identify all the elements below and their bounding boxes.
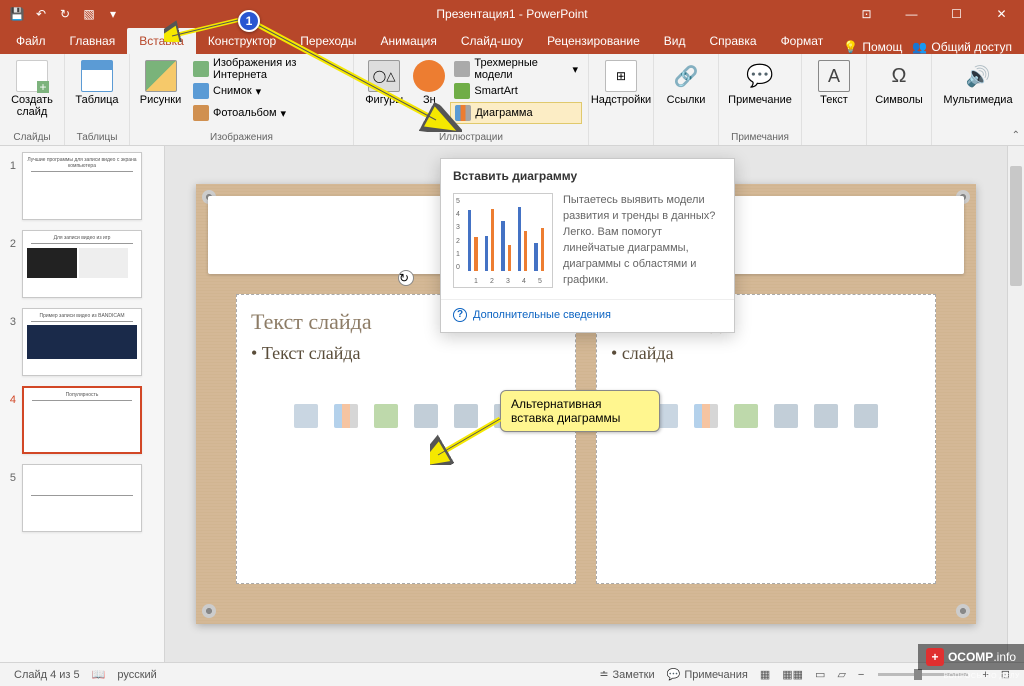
comments-button[interactable]: 💬 Примечания — [661, 663, 754, 686]
placeholder-text-right: слайда — [611, 343, 921, 364]
new-slide-button[interactable]: + Создать слайд — [6, 58, 58, 120]
normal-view-icon[interactable]: ▦ — [754, 663, 776, 686]
photo-album-icon — [193, 105, 209, 121]
insert-picture-icon[interactable] — [774, 404, 798, 428]
ribbon-tabs: Файл Главная Вставка Конструктор Переход… — [0, 28, 1024, 54]
new-slide-icon: + — [16, 60, 48, 92]
insert-smartart-icon[interactable] — [374, 404, 398, 428]
tab-view[interactable]: Вид — [652, 28, 698, 54]
slide-thumbnails-panel: 1Лучшие программы для записи видео с экр… — [0, 146, 165, 662]
chart-button[interactable]: Диаграмма — [450, 102, 582, 124]
tooltip-chart-preview: 012345 12345 — [453, 193, 553, 288]
insert-chart-tooltip: Вставить диаграмму 012345 12345 Пытаетес… — [440, 158, 735, 333]
collapse-ribbon-icon[interactable]: ⌃ — [1012, 130, 1020, 141]
insert-chart-icon[interactable] — [334, 404, 358, 428]
qat-customize-icon[interactable]: ▾ — [102, 3, 124, 25]
group-label-links — [660, 130, 712, 143]
text-button[interactable]: A Текст — [808, 58, 860, 108]
spellcheck-icon[interactable]: 📖 — [86, 663, 112, 686]
comment-button[interactable]: 💬 Примечание — [725, 58, 795, 108]
tooltip-title: Вставить диаграмму — [441, 159, 734, 189]
insert-online-picture-icon[interactable] — [814, 404, 838, 428]
thumbnail-4[interactable]: 4Популярность — [4, 386, 160, 454]
tab-help[interactable]: Справка — [697, 28, 768, 54]
symbols-button[interactable]: Ω Символы — [873, 58, 925, 108]
group-label-text — [808, 130, 860, 143]
thumbnail-1[interactable]: 1Лучшие программы для записи видео с экр… — [4, 152, 160, 220]
media-icon: 🔊 — [962, 60, 994, 92]
3d-models-button[interactable]: Трехмерные модели ▾ — [450, 58, 582, 80]
language-indicator[interactable]: русский — [111, 663, 162, 686]
insert-smartart-icon[interactable] — [734, 404, 758, 428]
status-bar: Слайд 4 из 5 📖 русский ≐ Заметки 💬 Приме… — [0, 662, 1024, 686]
window-title: Презентация1 - PowerPoint — [436, 7, 587, 21]
rotate-handle-icon[interactable]: ↻ — [398, 270, 414, 286]
links-button[interactable]: 🔗 Ссылки — [660, 58, 712, 108]
ribbon: + Создать слайд Слайды Таблица Таблицы Р… — [0, 54, 1024, 146]
tab-file[interactable]: Файл — [4, 28, 58, 54]
thumbnail-5[interactable]: 5 — [4, 464, 160, 532]
reading-view-icon[interactable]: ▭ — [809, 663, 831, 686]
notes-button[interactable]: ≐ Заметки — [593, 663, 660, 686]
minimize-icon[interactable]: — — [889, 0, 934, 28]
pictures-icon — [145, 60, 177, 92]
title-bar: 💾 ↶ ↻ ▧ ▾ Презентация1 - PowerPoint ⊡ — … — [0, 0, 1024, 28]
insert-table-icon[interactable] — [294, 404, 318, 428]
annotation-callout: Альтернативная вставка диаграммы — [500, 390, 660, 432]
online-pictures-icon — [193, 61, 209, 77]
maximize-icon[interactable]: ☐ — [934, 0, 979, 28]
zoom-out-icon[interactable]: − — [852, 663, 870, 686]
screenshot-icon — [193, 83, 209, 99]
help-icon: ? — [453, 308, 467, 322]
addins-button[interactable]: ⊞ Надстройки — [595, 58, 647, 108]
group-label-comments: Примечания — [725, 130, 795, 143]
slideshow-view-icon[interactable]: ▱ — [831, 663, 851, 686]
group-label-slides: Слайды — [6, 130, 58, 143]
group-label-tables: Таблицы — [71, 130, 123, 143]
insert-video-icon[interactable] — [854, 404, 878, 428]
pictures-button[interactable]: Рисунки — [136, 58, 185, 108]
placeholder-text-left: Текст слайда — [251, 343, 561, 364]
close-icon[interactable]: ✕ — [979, 0, 1024, 28]
watermark: + OCOMP.info ВОПРОСЫ ПО ДЕЛУ — [918, 644, 1024, 670]
undo-icon[interactable]: ↶ — [30, 3, 52, 25]
redo-icon[interactable]: ↻ — [54, 3, 76, 25]
window-controls: ⊡ — ☐ ✕ — [844, 0, 1024, 28]
tooltip-more-info-link[interactable]: ? Дополнительные сведения — [441, 299, 734, 332]
start-from-beginning-icon[interactable]: ▧ — [78, 3, 100, 25]
content-placeholder-right[interactable]: Текст слайда слайда — [596, 294, 936, 584]
links-icon: 🔗 — [670, 60, 702, 92]
quick-access-toolbar: 💾 ↶ ↻ ▧ ▾ — [0, 3, 130, 25]
vertical-scrollbar[interactable] — [1007, 146, 1024, 662]
slide-counter[interactable]: Слайд 4 из 5 — [8, 663, 86, 686]
content-placeholder-left[interactable]: ↻ Текст слайда Текст слайда — [236, 294, 576, 584]
addins-icon: ⊞ — [605, 60, 637, 92]
group-label-media — [938, 130, 1018, 143]
tooltip-description: Пытаетесь выявить модели развития и трен… — [563, 193, 722, 289]
annotation-step-1-badge: 1 — [238, 10, 260, 32]
annotation-arrow-to-chart — [252, 20, 462, 132]
insert-chart-icon[interactable] — [694, 404, 718, 428]
tab-format[interactable]: Формат — [769, 28, 836, 54]
thumbnail-2[interactable]: 2Для записи видео из игр — [4, 230, 160, 298]
save-icon[interactable]: 💾 — [6, 3, 28, 25]
ribbon-options-icon[interactable]: ⊡ — [844, 0, 889, 28]
annotation-arrow-to-placeholder — [430, 415, 508, 465]
annotation-arrow-to-tab — [164, 16, 244, 42]
thumbnail-3[interactable]: 3Пример записи видео из BANDICAM — [4, 308, 160, 376]
tab-review[interactable]: Рецензирование — [535, 28, 652, 54]
slide-sorter-view-icon[interactable]: ▦▦ — [776, 663, 809, 686]
tell-me-button[interactable]: 💡 Помощ — [843, 40, 902, 54]
table-icon — [81, 60, 113, 92]
share-button[interactable]: 👥 Общий доступ — [912, 40, 1012, 54]
smartart-button[interactable]: SmartArt — [450, 80, 582, 102]
comment-icon: 💬 — [744, 60, 776, 92]
symbols-icon: Ω — [883, 60, 915, 92]
text-icon: A — [818, 60, 850, 92]
table-button[interactable]: Таблица — [71, 58, 123, 108]
media-button[interactable]: 🔊 Мультимедиа — [938, 58, 1018, 108]
group-label-symbols — [873, 130, 925, 143]
group-label-addins — [595, 130, 647, 143]
tab-home[interactable]: Главная — [58, 28, 128, 54]
